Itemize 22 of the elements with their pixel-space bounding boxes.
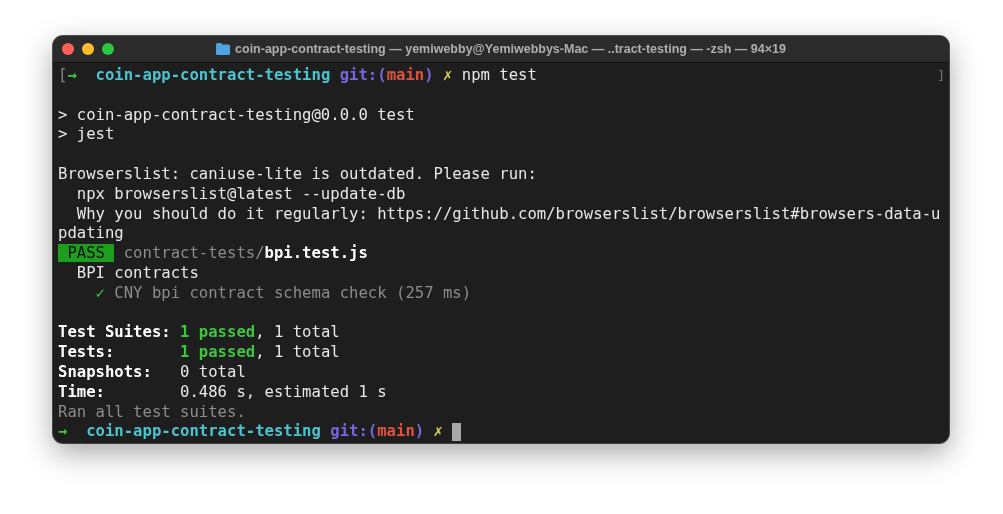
terminal-line: > coin-app-contract-testing@0.0.0 test — [58, 105, 415, 126]
folder-icon — [216, 43, 231, 55]
zoom-button[interactable] — [102, 43, 114, 55]
terminal-line: → coin-app-contract-testing git:(main) ✗ — [58, 422, 444, 443]
terminal-line: Time: 0.486 s, estimated 1 s — [58, 382, 387, 403]
terminal-line: pdating — [58, 224, 124, 245]
terminal-line: Test Suites: 1 passed, 1 total — [58, 323, 340, 344]
close-button[interactable] — [62, 43, 74, 55]
terminal-line: [→ coin-app-contract-testing git:(main) ✗ npm test — [58, 66, 537, 86]
terminal-line: npx browserslist@latest --update-db — [75, 184, 406, 205]
terminal-line: Ran all test suites. — [58, 402, 246, 423]
scroll-mark: ] — [937, 68, 945, 84]
terminal-line: Browserslist: caniuse-lite is outdated. Please run: — [58, 165, 537, 185]
terminal-line: Tests: 1 passed, 1 total — [58, 343, 340, 363]
terminal-line: > jest — [58, 125, 115, 146]
terminal-line: BPI contracts — [75, 263, 199, 284]
terminal-line: Snapshots: 0 total — [58, 362, 246, 383]
terminal-line: PASS contract-tests/bpi.test.js — [58, 244, 368, 264]
minimize-button[interactable] — [82, 43, 94, 55]
window-title: coin-app-contract-testing — yemiwebby@Yemiwebbys-Mac — ..tract-testing — -zsh — 94×19 — [235, 42, 786, 56]
terminal-line: ✓ CNY bpi contract schema check (257 ms) — [94, 283, 472, 304]
terminal-line: Why you should do it regularly: https://github.com/browserslist/browserslist#browsers-data-u — [75, 204, 941, 225]
